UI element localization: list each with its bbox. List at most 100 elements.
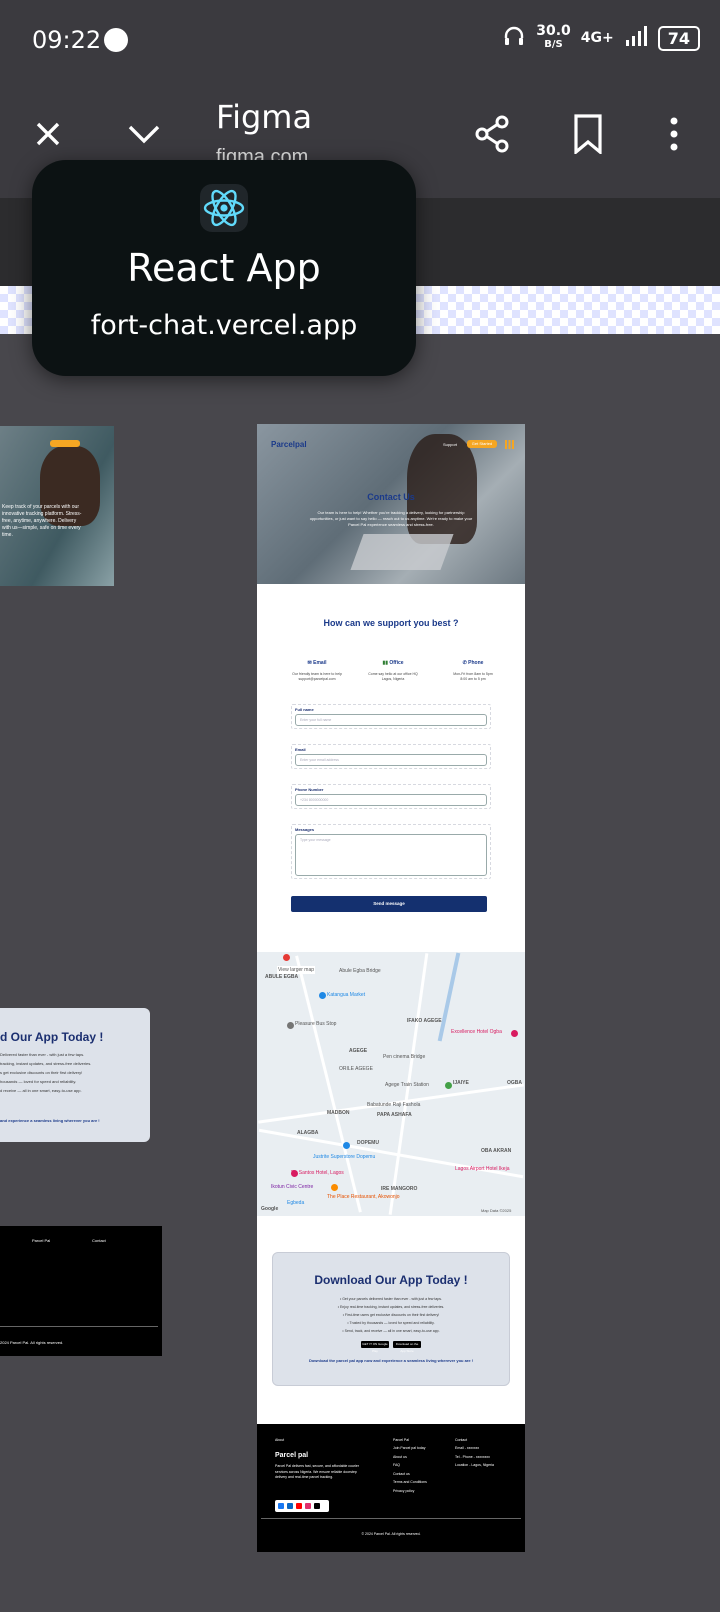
field-label: Phone Number [295, 787, 324, 792]
footer-link[interactable]: Join Parcel pal today [393, 1444, 426, 1453]
left-footer-frame: Parcel Pal Contact 2024 Parcel Pal. All … [0, 1226, 162, 1356]
email-field: Email Enter your email address [291, 744, 491, 769]
messages-field: Messages Type your message [291, 824, 491, 879]
linkedin-icon[interactable] [287, 1503, 293, 1509]
info-title: Email [313, 660, 327, 666]
left-hero-frame: Keep track of your parcels with our inno… [0, 426, 114, 586]
left-dl-line: Delivered faster than ever - with just a… [0, 1052, 85, 1057]
map-label: Justrite Superstore Dopemu [313, 1154, 376, 1160]
message-textarea[interactable]: Type your message [295, 834, 487, 876]
info-line: Lagos, Nigeria [381, 677, 405, 681]
info-office: ▮▮ Office Come say hello at our office H… [353, 660, 433, 682]
contact-page-frame[interactable]: Parcelpal Support Get Started Contact Us… [257, 424, 525, 1552]
social-links [275, 1500, 329, 1512]
left-dl-foot: and experience a seamless living whereve… [0, 1118, 100, 1123]
email-input[interactable]: Enter your email address [295, 754, 487, 766]
footer-about-text: Parcel Pal delivers fast, secure, and af… [275, 1464, 359, 1479]
download-line: • Get your parcels delivered faster than… [340, 1297, 442, 1301]
network-type: 4G+ [580, 30, 614, 46]
left-download-frame: d Our App Today ! Delivered faster than … [0, 1008, 150, 1142]
net-speed: 30.0 B/S [536, 24, 571, 52]
footer-contact: Email - xxxxxxx [455, 1446, 480, 1450]
footer-link[interactable]: Privacy policy [393, 1487, 414, 1496]
info-title: Phone [468, 660, 484, 666]
left-dl-line: housands — loved for speed and reliabili… [0, 1079, 77, 1084]
map-pin [331, 1184, 338, 1191]
map-label: Ikotun Civic Centre [271, 1184, 314, 1190]
left-hero-text: Keep track of your parcels with our inno… [2, 504, 82, 538]
map-label: PAPA ASHAFA [377, 1112, 412, 1118]
hero-section: Parcelpal Support Get Started Contact Us… [257, 424, 525, 584]
footer-link[interactable]: FAQ [393, 1461, 400, 1470]
map-label: AGEGE [349, 1048, 368, 1054]
get-started-button[interactable]: Get Started [467, 440, 497, 448]
nav-support-link[interactable]: Support [443, 442, 457, 447]
map-label: Babatunde Raji Fashola [367, 1102, 421, 1108]
footer-divider [261, 1518, 521, 1519]
info-email: ✉ Email Our friendly team is here to hel… [277, 660, 357, 682]
footer-link[interactable]: Terms and Conditions [393, 1478, 427, 1487]
bookmark-icon[interactable] [564, 110, 612, 158]
field-label: Email [295, 747, 306, 752]
menu-grid-icon[interactable] [505, 440, 514, 449]
chevron-down-icon[interactable] [120, 110, 168, 158]
map-label: Pleasure Bus Stop [295, 1021, 337, 1027]
instagram-icon[interactable] [305, 1503, 311, 1509]
google-logo: Google [261, 1206, 279, 1212]
view-larger-map-link[interactable]: View larger map [277, 966, 316, 974]
more-options-icon[interactable] [650, 110, 698, 158]
footer-contact: Tel - Phone - xxxxxxxx [455, 1454, 490, 1459]
notification-icon [104, 28, 128, 52]
download-line: • First-time users get exclusive discoun… [342, 1313, 440, 1317]
map-label: Excellence Hotel Ogba [451, 1029, 502, 1035]
map-label: Katangua Market [327, 992, 366, 998]
map-label: Agege Train Station [385, 1082, 429, 1088]
footer-copyright: © 2024 Parcel Pal. All rights reserved. [361, 1532, 421, 1536]
map-label: De Santos Hotel, Lagos [291, 1170, 344, 1176]
map-pin [445, 1082, 452, 1089]
hero-title: Contact Us [367, 492, 415, 502]
footer-link[interactable]: About us [393, 1453, 407, 1462]
left-dl-line: d receive — all in one smart, easy-to-us… [0, 1088, 82, 1093]
hero-description: Our team is here to help! Whether you're… [309, 510, 473, 527]
send-message-button[interactable]: Send message [291, 896, 487, 912]
facebook-icon[interactable] [278, 1503, 284, 1509]
app-tooltip-card[interactable]: React App fort-chat.vercel.app [32, 160, 416, 376]
field-label: Full name [295, 707, 314, 712]
full-name-input[interactable]: Enter your full name [295, 714, 487, 726]
signal-icon [624, 24, 648, 52]
map-label: Abule Egba Bridge [339, 968, 381, 974]
laptop-image [350, 534, 454, 570]
left-footer-copy: 2024 Parcel Pal. All rights reserved. [0, 1340, 64, 1345]
app-url: fort-chat.vercel.app [90, 310, 358, 341]
headphones-icon [502, 24, 526, 52]
download-line: • Trusted by thousands — loved for speed… [347, 1321, 435, 1325]
info-title: Office [389, 660, 404, 666]
phone-input[interactable]: +234 8000000000 [295, 794, 487, 806]
map-pin [287, 1022, 294, 1029]
clock: 09:22 [32, 26, 102, 54]
footer-brand: Parcel pal [275, 1452, 309, 1459]
page-title: Figma [216, 98, 313, 136]
close-icon[interactable] [24, 110, 72, 158]
divider [0, 1326, 158, 1327]
net-speed-unit: B/S [544, 39, 563, 50]
footer-link[interactable]: Contact us [393, 1470, 410, 1479]
map-pin [319, 992, 326, 999]
left-dl-line: s get exclusive discounts on their first… [0, 1070, 83, 1075]
map-label: IFAKO AGEGE [407, 1018, 442, 1024]
app-store-badge[interactable]: Download on the App Store [393, 1341, 421, 1353]
field-label: Messages [295, 827, 315, 832]
map-label: Lagos Airport Hotel Ikeja [455, 1166, 510, 1172]
youtube-icon[interactable] [296, 1503, 302, 1509]
download-footnote: Download the parcel pal app now and expe… [308, 1358, 474, 1363]
support-section-title: How can we support you best ? [323, 618, 459, 628]
share-icon[interactable] [468, 110, 516, 158]
google-play-badge[interactable]: GET IT ON Google Play [361, 1341, 389, 1353]
info-line: support@parcelpal.com [298, 677, 336, 681]
map-label: IRE MANGORO [381, 1186, 418, 1192]
react-logo-icon [200, 184, 248, 232]
map-label: ALAGBA [297, 1130, 319, 1136]
embedded-map[interactable]: View larger map ABULE EGBA Abule Egba Br… [257, 952, 525, 1216]
x-icon[interactable] [314, 1503, 320, 1509]
